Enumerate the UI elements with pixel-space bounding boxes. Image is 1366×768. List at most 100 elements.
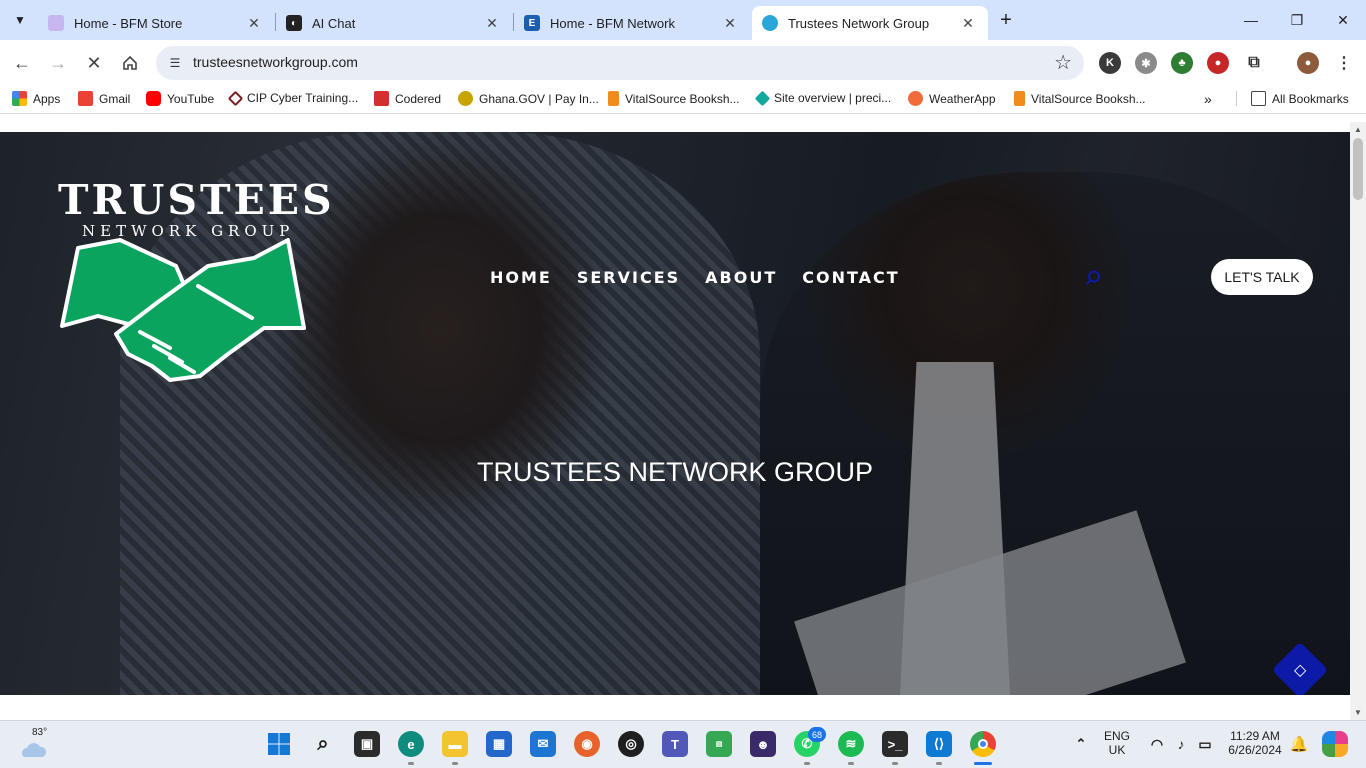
- back-button[interactable]: ←: [7, 48, 37, 78]
- spotify-button[interactable]: ≋: [838, 731, 864, 757]
- site-logo[interactable]: TRUSTEES NETWORK GROUP: [58, 176, 335, 240]
- restore-button[interactable]: ❐: [1274, 6, 1320, 34]
- new-tab-button[interactable]: +: [992, 8, 1020, 32]
- volume-icon[interactable]: ♪: [1168, 731, 1194, 757]
- ms-store-button[interactable]: ▦: [486, 731, 512, 757]
- close-icon[interactable]: ✕: [720, 13, 740, 33]
- tab-title: Trustees Network Group: [788, 15, 930, 31]
- handshake-logo-icon: [60, 238, 306, 382]
- edge-taskbar-button[interactable]: e: [398, 731, 424, 757]
- main-nav: HOME SERVICES ABOUT CONTACT: [490, 268, 900, 287]
- scrollbar-thumb[interactable]: [1353, 138, 1363, 200]
- extension-record-icon[interactable]: ●: [1207, 52, 1229, 74]
- forward-button[interactable]: →: [43, 48, 73, 78]
- bookmark-vitalsource-2[interactable]: VitalSource Booksh...: [1014, 91, 1146, 106]
- taskbar-search-button[interactable]: ⌕: [310, 731, 336, 757]
- task-view-icon: ▣: [360, 736, 374, 751]
- teams-button[interactable]: T: [662, 731, 688, 757]
- mail-button[interactable]: ✉: [530, 731, 556, 757]
- extension-k-icon[interactable]: K: [1099, 52, 1121, 74]
- close-window-button[interactable]: ✕: [1320, 6, 1366, 34]
- extension-bug-icon[interactable]: ✱: [1135, 52, 1157, 74]
- store-icon: ▦: [492, 736, 506, 751]
- page-scrollbar[interactable]: ▲ ▼: [1350, 122, 1366, 720]
- close-icon[interactable]: ✕: [958, 13, 978, 33]
- github-button[interactable]: ◎: [618, 731, 644, 757]
- tab-bfm-store[interactable]: Home - BFM Store ✕: [38, 6, 274, 40]
- nav-about-link[interactable]: ABOUT: [705, 268, 777, 287]
- clock[interactable]: 11:29 AM 6/26/2024: [1222, 729, 1288, 757]
- gmail-icon: [78, 91, 93, 106]
- task-view-button[interactable]: ▣: [354, 731, 380, 757]
- bookmark-label: Gmail: [99, 91, 131, 106]
- extension-tree-icon[interactable]: ♣: [1171, 52, 1193, 74]
- browser-toolbar: ← → ✕ ☰ trusteesnetworkgroup.com ☆ K ✱ ♣…: [0, 40, 1366, 86]
- bookmark-vitalsource-1[interactable]: VitalSource Booksh...: [608, 91, 740, 106]
- bookmark-weatherapp[interactable]: WeatherApp: [908, 91, 996, 106]
- bookmark-ghana-gov[interactable]: Ghana.GOV | Pay In...: [458, 91, 599, 106]
- running-indicator: [936, 762, 942, 765]
- scroll-down-icon[interactable]: ▼: [1354, 708, 1362, 717]
- cat-app-button[interactable]: ☻: [750, 731, 776, 757]
- scroll-up-icon[interactable]: ▲: [1354, 125, 1362, 134]
- running-indicator: [892, 762, 898, 765]
- vscode-button[interactable]: ⟨⟩: [926, 731, 952, 757]
- tab-search-button[interactable]: ▼: [6, 6, 34, 34]
- close-icon[interactable]: ✕: [244, 13, 264, 33]
- nav-contact-link[interactable]: CONTACT: [802, 268, 899, 287]
- apps-grid-icon: [12, 91, 27, 106]
- tab-ai-chat[interactable]: ◐ AI Chat ✕: [276, 6, 512, 40]
- lets-talk-button[interactable]: LET'S TALK: [1211, 259, 1313, 295]
- nav-home-link[interactable]: HOME: [490, 268, 552, 287]
- weather-widget[interactable]: 83°: [18, 727, 48, 761]
- address-bar[interactable]: ☰ trusteesnetworkgroup.com ☆: [156, 46, 1084, 80]
- tab-title: Home - BFM Network: [550, 15, 675, 31]
- bookmarks-bar: Apps Gmail YouTube CIP Cyber Training...…: [0, 86, 1366, 114]
- terminal-button[interactable]: >_: [882, 731, 908, 757]
- bookmark-star-icon[interactable]: ☆: [1054, 50, 1072, 75]
- bookmark-gmail[interactable]: Gmail: [78, 91, 130, 106]
- language-region: UK: [1108, 743, 1126, 757]
- github-icon: ◎: [625, 736, 637, 751]
- tab-trustees-network-group[interactable]: Trustees Network Group ✕: [752, 6, 988, 40]
- cip-icon: [227, 90, 244, 106]
- firefox-button[interactable]: ◉: [574, 731, 600, 757]
- url-text[interactable]: trusteesnetworkgroup.com: [193, 54, 358, 70]
- copilot-button[interactable]: [1322, 731, 1348, 757]
- tray-overflow-button[interactable]: ⌃: [1068, 731, 1094, 757]
- bookmark-cip-cyber[interactable]: CIP Cyber Training...: [227, 90, 358, 106]
- profile-avatar[interactable]: ●: [1297, 52, 1319, 74]
- bfm-network-favicon-icon: E: [524, 15, 540, 31]
- extensions-puzzle-icon[interactable]: ⧉: [1243, 52, 1265, 74]
- chrome-taskbar-button[interactable]: [970, 731, 996, 757]
- battery-icon[interactable]: ▭: [1192, 731, 1218, 757]
- notification-bell-icon[interactable]: 🔔: [1286, 731, 1312, 757]
- home-button[interactable]: [115, 48, 145, 78]
- stop-loading-button[interactable]: ✕: [79, 48, 109, 78]
- language-indicator[interactable]: ENG UK: [1100, 729, 1134, 757]
- search-icon[interactable]: [1085, 270, 1101, 286]
- bookmark-apps[interactable]: Apps: [12, 91, 60, 106]
- nav-services-link[interactable]: SERVICES: [577, 268, 680, 287]
- firefox-icon: ◉: [581, 736, 593, 751]
- minimize-button[interactable]: —: [1228, 6, 1274, 34]
- bookmarks-overflow-button[interactable]: »: [1204, 91, 1212, 107]
- menu-kebab-icon[interactable]: ⋮: [1333, 52, 1355, 74]
- skills-app-button[interactable]: ▤: [706, 731, 732, 757]
- tab-title: Home - BFM Store: [74, 15, 183, 31]
- file-explorer-button[interactable]: ▬: [442, 731, 468, 757]
- site-info-icon[interactable]: ☰: [164, 52, 186, 74]
- bookmark-codered[interactable]: Codered: [374, 91, 441, 106]
- wifi-icon[interactable]: ◠: [1144, 731, 1170, 757]
- bookmark-label: VitalSource Booksh...: [1031, 91, 1146, 106]
- diamond-icon: ◇: [1293, 662, 1307, 679]
- bookmark-youtube[interactable]: YouTube: [146, 91, 214, 106]
- whatsapp-notification-badge: 68: [808, 727, 826, 742]
- bookmark-site-overview[interactable]: Site overview | preci...: [754, 90, 891, 106]
- tab-bfm-network[interactable]: E Home - BFM Network ✕: [514, 6, 750, 40]
- hero-section: TRUSTEES NETWORK GROUP HOME SERVICES ABO…: [0, 132, 1350, 695]
- close-icon[interactable]: ✕: [482, 13, 502, 33]
- all-bookmarks-button[interactable]: All Bookmarks: [1236, 91, 1349, 106]
- plus-icon: +: [1000, 8, 1012, 31]
- windows-start-button[interactable]: [266, 731, 292, 757]
